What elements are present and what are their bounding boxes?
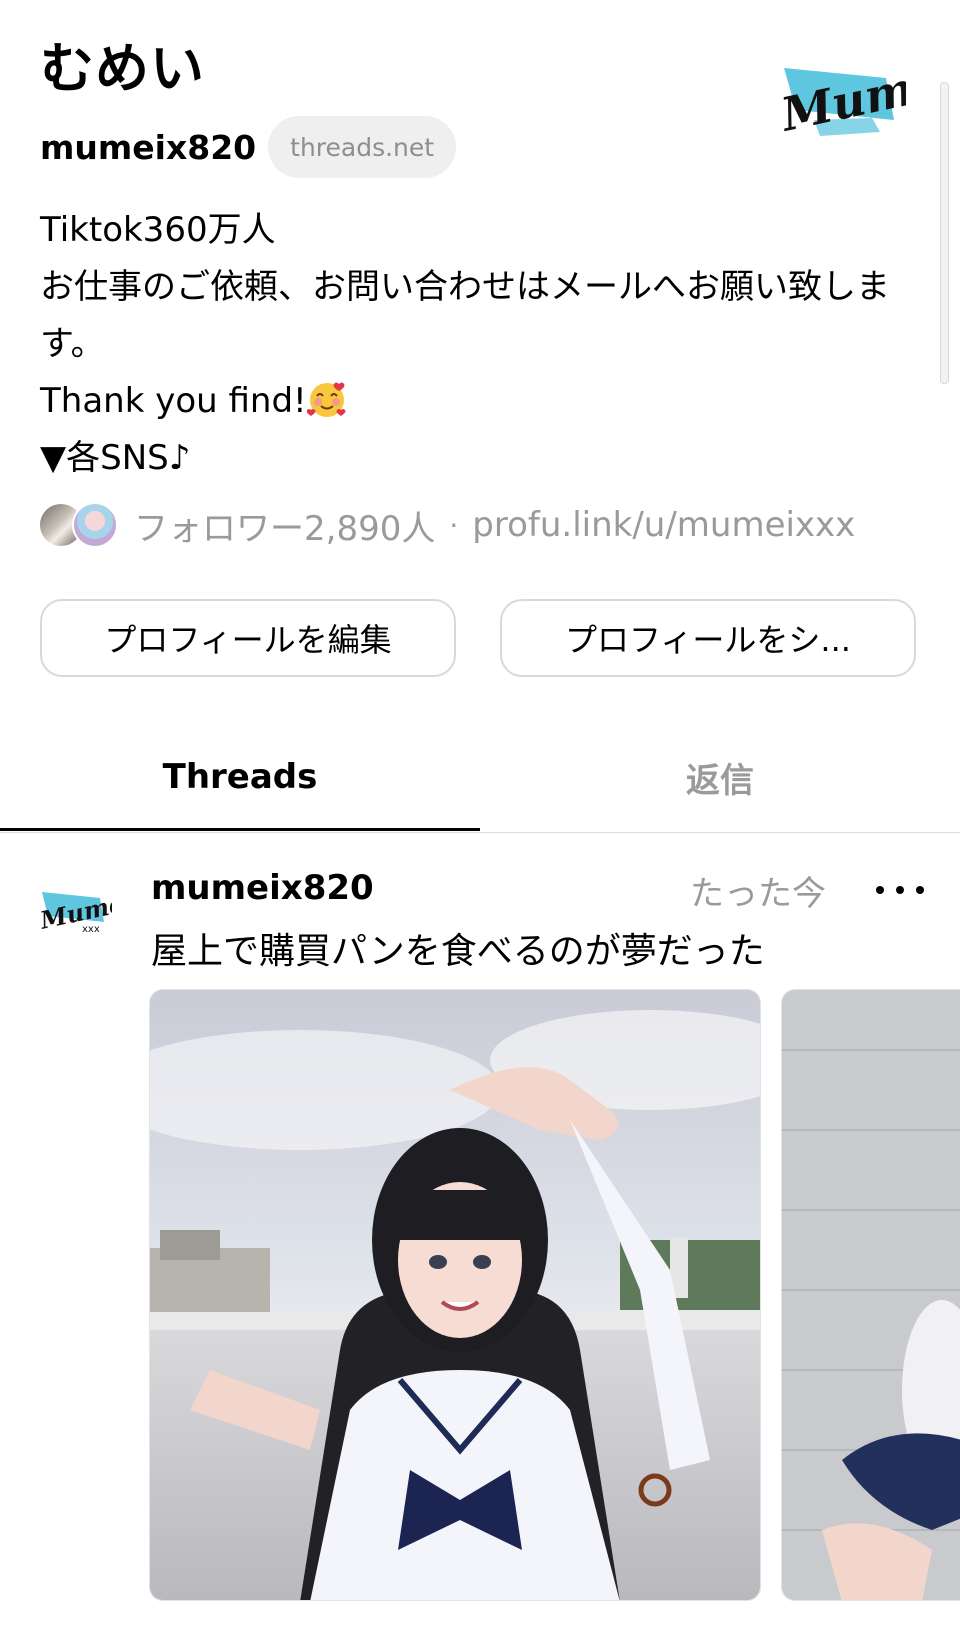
profile-display-name: むめい <box>40 37 205 100</box>
tab-replies[interactable]: 返信 <box>480 724 960 830</box>
threads-profile-page: むめい mumeix820 threads.net Mumei xxx Tikt… <box>0 0 960 1636</box>
post-avatar[interactable]: Mumei xxx <box>37 880 136 940</box>
bio-line-3-text: Thank you find! <box>40 381 307 421</box>
bio-line-2: お仕事のご依頼、お問い合わせはメールへお願い致します。 <box>40 267 890 364</box>
follower-avatar <box>72 502 118 548</box>
selfie-photo-icon <box>150 990 760 1600</box>
bio-line-1: Tiktok360万人 <box>40 210 276 250</box>
separator-dot: · <box>449 508 459 542</box>
profile-tabs: Threads 返信 <box>0 724 960 833</box>
profile-handle-row: mumeix820 threads.net <box>40 116 457 178</box>
profile-bio: Tiktok360万人 お仕事のご依頼、お問い合わせはメールへお願い致します。 … <box>40 202 920 487</box>
bio-line-3: Thank you find! <box>40 373 920 430</box>
scrollbar[interactable] <box>940 82 949 384</box>
domain-pill[interactable]: threads.net <box>268 116 457 178</box>
profile-avatar[interactable]: Mumei xxx <box>775 31 960 158</box>
post-image-2[interactable] <box>781 989 960 1601</box>
edit-profile-button[interactable]: プロフィールを編集 <box>40 599 456 677</box>
post-image-1[interactable] <box>149 989 761 1601</box>
post-timestamp: たった今 <box>690 874 826 914</box>
active-tab-indicator <box>0 828 480 831</box>
followers-count[interactable]: フォロワー2,890人 <box>134 501 435 550</box>
post-text: 屋上で購買パンを食べるのが夢だった <box>151 931 765 972</box>
photo-partial-icon <box>782 990 960 1600</box>
svg-text:xxx: xxx <box>82 924 100 935</box>
mumei-logo-small-icon: Mumei xxx <box>37 887 136 935</box>
bio-line-4: ▼各SNS♪ <box>40 438 191 478</box>
profile-link[interactable]: profu.link/u/mumeixxx <box>472 505 855 545</box>
more-options-icon[interactable] <box>876 870 924 910</box>
share-profile-button[interactable]: プロフィールをシ... <box>500 599 916 677</box>
tab-threads[interactable]: Threads <box>0 724 480 830</box>
logo-wordmark: Mumei xxx <box>776 48 906 142</box>
mumei-logo-icon: Mumei xxx <box>775 31 960 142</box>
follower-row[interactable]: フォロワー2,890人 · profu.link/u/mumeixxx <box>38 500 855 550</box>
post-username[interactable]: mumeix820 <box>151 868 374 908</box>
profile-handle: mumeix820 <box>40 127 257 167</box>
smiling-face-with-hearts-icon <box>306 380 347 420</box>
